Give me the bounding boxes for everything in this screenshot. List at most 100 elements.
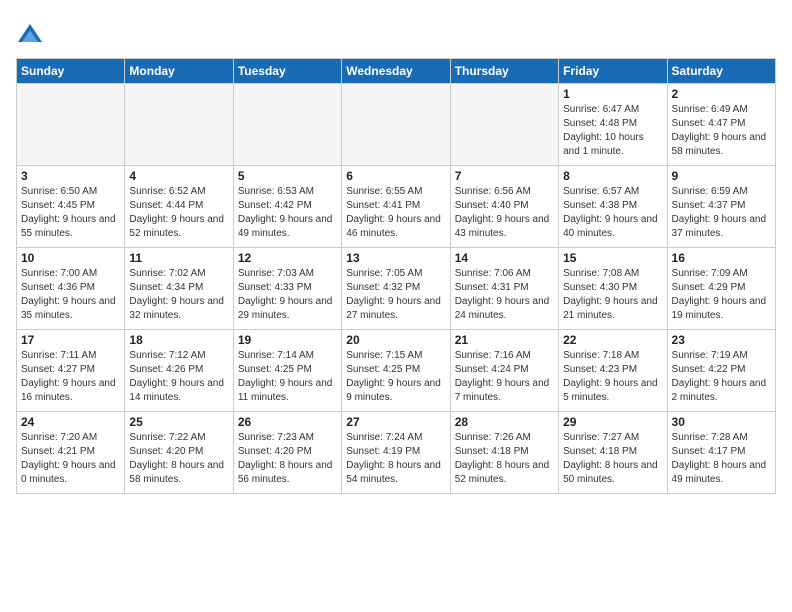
calendar-cell: 5 Sunrise: 6:53 AM Sunset: 4:42 PM Daylig…	[233, 166, 341, 248]
calendar-cell: 25 Sunrise: 7:22 AM Sunset: 4:20 PM Dayli…	[125, 412, 233, 494]
day-info: Sunrise: 7:05 AM Sunset: 4:32 PM Dayligh…	[346, 267, 445, 323]
logo	[16, 20, 48, 48]
day-info: Sunrise: 7:28 AM Sunset: 4:17 PM Dayligh…	[672, 431, 771, 487]
day-number: 5	[238, 169, 337, 183]
calendar-cell: 26 Sunrise: 7:23 AM Sunset: 4:20 PM Dayli…	[233, 412, 341, 494]
header	[16, 16, 776, 48]
calendar-week-row: 3 Sunrise: 6:50 AM Sunset: 4:45 PM Daylig…	[17, 166, 776, 248]
calendar-week-row: 1 Sunrise: 6:47 AM Sunset: 4:48 PM Daylig…	[17, 84, 776, 166]
day-info: Sunrise: 7:09 AM Sunset: 4:29 PM Dayligh…	[672, 267, 771, 323]
day-info: Sunrise: 7:27 AM Sunset: 4:18 PM Dayligh…	[563, 431, 662, 487]
calendar-cell: 29 Sunrise: 7:27 AM Sunset: 4:18 PM Dayli…	[559, 412, 667, 494]
calendar-cell: 11Sunrise: 7:02 AM Sunset: 4:34 PM Dayli…	[125, 248, 233, 330]
day-info: Sunrise: 7:08 AM Sunset: 4:30 PM Dayligh…	[563, 267, 662, 323]
calendar-cell	[125, 84, 233, 166]
weekday-header: Tuesday	[233, 59, 341, 84]
calendar-cell: 4 Sunrise: 6:52 AM Sunset: 4:44 PM Daylig…	[125, 166, 233, 248]
day-number: 14	[455, 251, 554, 265]
day-info: Sunrise: 6:56 AM Sunset: 4:40 PM Dayligh…	[455, 185, 554, 241]
weekday-header: Saturday	[667, 59, 775, 84]
day-info: Sunrise: 6:59 AM Sunset: 4:37 PM Dayligh…	[672, 185, 771, 241]
day-info: Sunrise: 7:14 AM Sunset: 4:25 PM Dayligh…	[238, 349, 337, 405]
calendar-cell: 13 Sunrise: 7:05 AM Sunset: 4:32 PM Dayli…	[342, 248, 450, 330]
day-info: Sunrise: 6:55 AM Sunset: 4:41 PM Dayligh…	[346, 185, 445, 241]
day-number: 2	[672, 87, 771, 101]
day-info: Sunrise: 6:53 AM Sunset: 4:42 PM Dayligh…	[238, 185, 337, 241]
calendar-cell: 2Sunrise: 6:49 AM Sunset: 4:47 PM Daylig…	[667, 84, 775, 166]
calendar-cell: 21Sunrise: 7:16 AM Sunset: 4:24 PM Dayli…	[450, 330, 558, 412]
day-number: 18	[129, 333, 228, 347]
calendar-cell: 28 Sunrise: 7:26 AM Sunset: 4:18 PM Dayli…	[450, 412, 558, 494]
calendar-cell: 24Sunrise: 7:20 AM Sunset: 4:21 PM Dayli…	[17, 412, 125, 494]
day-info: Sunrise: 7:24 AM Sunset: 4:19 PM Dayligh…	[346, 431, 445, 487]
calendar-cell	[17, 84, 125, 166]
calendar-cell	[233, 84, 341, 166]
calendar-cell: 8 Sunrise: 6:57 AM Sunset: 4:38 PM Daylig…	[559, 166, 667, 248]
day-info: Sunrise: 7:12 AM Sunset: 4:26 PM Dayligh…	[129, 349, 228, 405]
day-number: 22	[563, 333, 662, 347]
calendar-cell: 10 Sunrise: 7:00 AM Sunset: 4:36 PM Dayli…	[17, 248, 125, 330]
day-info: Sunrise: 7:15 AM Sunset: 4:25 PM Dayligh…	[346, 349, 445, 405]
calendar-cell: 14 Sunrise: 7:06 AM Sunset: 4:31 PM Dayli…	[450, 248, 558, 330]
day-info: Sunrise: 7:22 AM Sunset: 4:20 PM Dayligh…	[129, 431, 228, 487]
day-number: 29	[563, 415, 662, 429]
day-number: 12	[238, 251, 337, 265]
day-number: 28	[455, 415, 554, 429]
calendar: SundayMondayTuesdayWednesdayThursdayFrid…	[16, 58, 776, 494]
calendar-cell: 12Sunrise: 7:03 AM Sunset: 4:33 PM Dayli…	[233, 248, 341, 330]
day-info: Sunrise: 7:11 AM Sunset: 4:27 PM Dayligh…	[21, 349, 120, 405]
calendar-cell: 20 Sunrise: 7:15 AM Sunset: 4:25 PM Dayli…	[342, 330, 450, 412]
day-info: Sunrise: 7:00 AM Sunset: 4:36 PM Dayligh…	[21, 267, 120, 323]
day-info: Sunrise: 6:50 AM Sunset: 4:45 PM Dayligh…	[21, 185, 120, 241]
day-number: 17	[21, 333, 120, 347]
day-info: Sunrise: 7:18 AM Sunset: 4:23 PM Dayligh…	[563, 349, 662, 405]
calendar-cell: 3 Sunrise: 6:50 AM Sunset: 4:45 PM Daylig…	[17, 166, 125, 248]
calendar-cell: 9 Sunrise: 6:59 AM Sunset: 4:37 PM Daylig…	[667, 166, 775, 248]
calendar-cell: 16 Sunrise: 7:09 AM Sunset: 4:29 PM Dayli…	[667, 248, 775, 330]
day-number: 3	[21, 169, 120, 183]
day-number: 6	[346, 169, 445, 183]
day-info: Sunrise: 7:19 AM Sunset: 4:22 PM Dayligh…	[672, 349, 771, 405]
weekday-header: Friday	[559, 59, 667, 84]
weekday-header: Sunday	[17, 59, 125, 84]
page: SundayMondayTuesdayWednesdayThursdayFrid…	[0, 0, 792, 612]
logo-icon	[16, 20, 44, 48]
day-info: Sunrise: 7:06 AM Sunset: 4:31 PM Dayligh…	[455, 267, 554, 323]
calendar-cell: 18 Sunrise: 7:12 AM Sunset: 4:26 PM Dayli…	[125, 330, 233, 412]
day-number: 1	[563, 87, 662, 101]
day-number: 26	[238, 415, 337, 429]
day-info: Sunrise: 7:23 AM Sunset: 4:20 PM Dayligh…	[238, 431, 337, 487]
day-number: 16	[672, 251, 771, 265]
day-info: Sunrise: 6:47 AM Sunset: 4:48 PM Dayligh…	[563, 103, 662, 159]
calendar-cell: 6 Sunrise: 6:55 AM Sunset: 4:41 PM Daylig…	[342, 166, 450, 248]
day-info: Sunrise: 6:52 AM Sunset: 4:44 PM Dayligh…	[129, 185, 228, 241]
calendar-cell	[342, 84, 450, 166]
calendar-cell: 27 Sunrise: 7:24 AM Sunset: 4:19 PM Dayli…	[342, 412, 450, 494]
day-number: 9	[672, 169, 771, 183]
calendar-week-row: 17 Sunrise: 7:11 AM Sunset: 4:27 PM Dayli…	[17, 330, 776, 412]
day-number: 23	[672, 333, 771, 347]
day-info: Sunrise: 7:02 AM Sunset: 4:34 PM Dayligh…	[129, 267, 228, 323]
calendar-cell: 19Sunrise: 7:14 AM Sunset: 4:25 PM Dayli…	[233, 330, 341, 412]
calendar-cell: 7 Sunrise: 6:56 AM Sunset: 4:40 PM Daylig…	[450, 166, 558, 248]
day-number: 4	[129, 169, 228, 183]
day-number: 8	[563, 169, 662, 183]
calendar-cell	[450, 84, 558, 166]
day-info: Sunrise: 7:20 AM Sunset: 4:21 PM Dayligh…	[21, 431, 120, 487]
day-number: 21	[455, 333, 554, 347]
day-number: 25	[129, 415, 228, 429]
day-number: 10	[21, 251, 120, 265]
day-info: Sunrise: 7:26 AM Sunset: 4:18 PM Dayligh…	[455, 431, 554, 487]
weekday-header: Wednesday	[342, 59, 450, 84]
weekday-header: Monday	[125, 59, 233, 84]
calendar-cell: 15 Sunrise: 7:08 AM Sunset: 4:30 PM Dayli…	[559, 248, 667, 330]
calendar-cell: 30Sunrise: 7:28 AM Sunset: 4:17 PM Dayli…	[667, 412, 775, 494]
day-number: 15	[563, 251, 662, 265]
calendar-week-row: 24Sunrise: 7:20 AM Sunset: 4:21 PM Dayli…	[17, 412, 776, 494]
calendar-cell: 23 Sunrise: 7:19 AM Sunset: 4:22 PM Dayli…	[667, 330, 775, 412]
day-number: 27	[346, 415, 445, 429]
day-number: 13	[346, 251, 445, 265]
day-number: 7	[455, 169, 554, 183]
day-info: Sunrise: 6:57 AM Sunset: 4:38 PM Dayligh…	[563, 185, 662, 241]
day-number: 20	[346, 333, 445, 347]
